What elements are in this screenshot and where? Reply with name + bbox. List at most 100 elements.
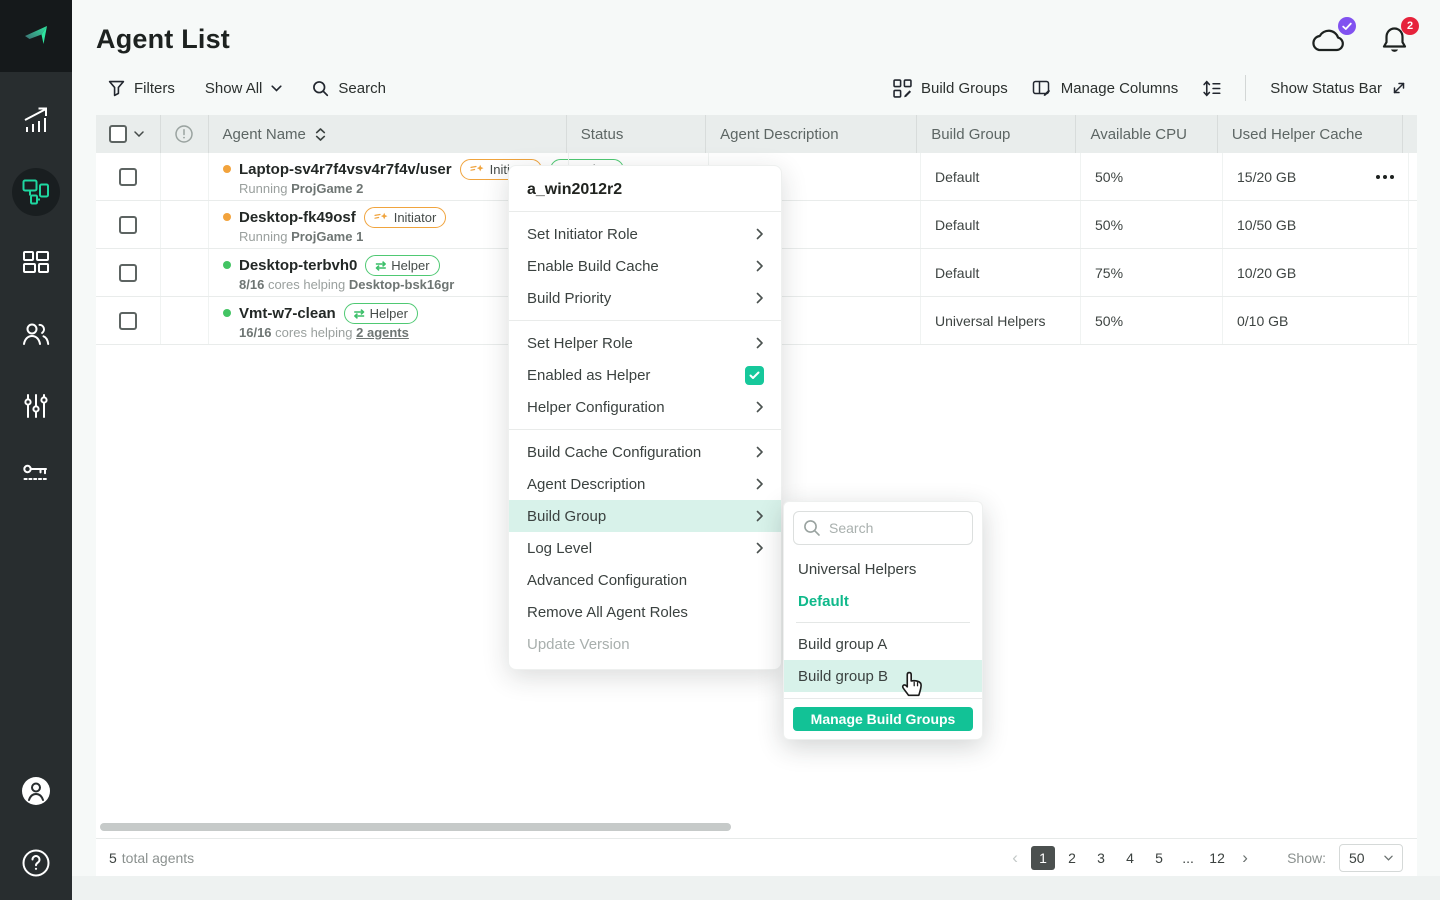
menu-item-build-group[interactable]: Build Group xyxy=(509,500,781,532)
sidebar-item-analytics[interactable] xyxy=(0,104,72,136)
used-helper-cache-header-label: Used Helper Cache xyxy=(1232,126,1363,143)
menu-item-agent-description[interactable]: Agent Description xyxy=(509,468,781,500)
menu-item-build-priority[interactable]: Build Priority xyxy=(509,282,781,314)
sort-chevrons-icon[interactable] xyxy=(315,128,326,141)
page-button-4[interactable]: 4 xyxy=(1118,846,1142,870)
row-checkbox[interactable] xyxy=(119,216,137,234)
show-status-bar-button[interactable]: Show Status Bar xyxy=(1270,80,1407,97)
used-helper-cache-cell: 10/50 GB xyxy=(1222,201,1408,248)
available-cpu-header-label: Available CPU xyxy=(1090,126,1186,143)
sidebar-item-agents[interactable] xyxy=(12,168,60,216)
checked-checkbox[interactable] xyxy=(745,366,764,385)
sidebar-item-settings[interactable] xyxy=(0,391,72,421)
agent-name: Desktop-fk49osf xyxy=(239,209,356,226)
helped-agents-link[interactable]: 2 agents xyxy=(356,325,409,340)
menu-item-set-helper-role[interactable]: Set Helper Role xyxy=(509,327,781,359)
build-groups-label: Build Groups xyxy=(921,80,1008,97)
agent-subtitle: cores helping xyxy=(268,277,345,292)
prev-page-button[interactable]: ‹ xyxy=(1004,846,1026,870)
column-header-available-cpu[interactable]: Available CPU xyxy=(1075,115,1216,153)
sidebar-item-licenses[interactable] xyxy=(0,462,72,486)
column-header-build-group[interactable]: Build Group xyxy=(916,115,1075,153)
submenu-option-default[interactable]: Default xyxy=(784,585,982,617)
menu-item-set-initiator-role[interactable]: Set Initiator Role xyxy=(509,218,781,250)
show-all-dropdown[interactable]: Show All xyxy=(205,80,283,97)
column-header-agent-name[interactable]: Agent Name xyxy=(208,115,566,153)
status-header-label: Status xyxy=(581,126,624,143)
row-checkbox[interactable] xyxy=(119,264,137,282)
submenu-option-universal-helpers[interactable]: Universal Helpers xyxy=(784,553,982,585)
next-page-button[interactable]: › xyxy=(1234,846,1256,870)
column-header-agent-description[interactable]: Agent Description xyxy=(705,115,916,153)
menu-item-log-level[interactable]: Log Level xyxy=(509,532,781,564)
tag-label: Helper xyxy=(370,306,408,321)
sidebar-item-builds[interactable] xyxy=(0,247,72,277)
sidebar xyxy=(0,0,72,900)
total-count: 5 xyxy=(109,850,117,866)
build-group-cell: Universal Helpers xyxy=(920,297,1080,344)
page-button-5[interactable]: 5 xyxy=(1147,846,1171,870)
manage-build-groups-button[interactable]: Manage Build Groups xyxy=(793,707,973,731)
toolbar-divider xyxy=(1245,75,1246,101)
swap-arrows-icon: ⇄ xyxy=(354,307,365,320)
menu-item-helper-configuration[interactable]: Helper Configuration xyxy=(509,391,781,423)
cpu-value: 75% xyxy=(1095,265,1123,281)
search-button[interactable]: Search xyxy=(312,80,386,97)
sort-rows-button[interactable] xyxy=(1202,80,1221,97)
status-dot xyxy=(223,261,231,269)
menu-item-label: Update Version xyxy=(527,636,630,653)
filters-button[interactable]: Filters xyxy=(108,80,175,97)
sidebar-item-help[interactable] xyxy=(0,847,72,879)
menu-item-remove-all-agent-roles[interactable]: Remove All Agent Roles xyxy=(509,596,781,628)
expand-icon xyxy=(1391,80,1407,96)
app-logo[interactable] xyxy=(0,0,72,72)
agent-subtitle-target: Desktop-bsk16gr xyxy=(349,277,454,292)
page-button-1[interactable]: 1 xyxy=(1031,846,1055,870)
header-gutter-cell xyxy=(1402,115,1417,153)
menu-item-enable-build-cache[interactable]: Enable Build Cache xyxy=(509,250,781,282)
menu-item-build-cache-configuration[interactable]: Build Cache Configuration xyxy=(509,436,781,468)
row-checkbox[interactable] xyxy=(119,312,137,330)
submenu-option-build-group-b[interactable]: Build group B xyxy=(784,660,982,692)
column-header-used-helper-cache[interactable]: Used Helper Cache xyxy=(1217,115,1402,153)
page-button-2[interactable]: 2 xyxy=(1060,846,1084,870)
agents-network-icon xyxy=(21,177,51,207)
license-key-icon xyxy=(21,462,51,486)
horizontal-scrollbar-thumb[interactable] xyxy=(100,823,731,831)
user-avatar-icon xyxy=(20,775,52,807)
helper-tag: ⇄ Helper xyxy=(344,303,418,324)
manage-columns-button[interactable]: Manage Columns xyxy=(1032,79,1179,97)
column-header-status[interactable]: Status xyxy=(566,115,705,153)
submenu-search-input[interactable] xyxy=(829,520,963,536)
menu-separator xyxy=(509,320,781,321)
submenu-option-build-group-a[interactable]: Build group A xyxy=(784,628,982,660)
context-menu-title: a_win2012r2 xyxy=(509,166,781,211)
build-groups-button[interactable]: Build Groups xyxy=(893,79,1008,98)
sidebar-item-profile[interactable] xyxy=(0,775,72,807)
sidebar-item-users[interactable] xyxy=(0,319,72,349)
total-agents: 5 total agents xyxy=(109,839,194,877)
menu-separator xyxy=(509,429,781,430)
notifications-button[interactable]: 2 xyxy=(1379,24,1410,56)
app-root: Agent List 2 xyxy=(0,0,1440,900)
page-size-select[interactable]: 50 xyxy=(1339,844,1403,872)
select-all-checkbox[interactable] xyxy=(109,125,127,143)
menu-item-label: Enabled as Helper xyxy=(527,367,650,384)
cloud-status-button[interactable] xyxy=(1309,24,1347,54)
submenu-footer: Manage Build Groups xyxy=(784,698,982,731)
page-button-12[interactable]: 12 xyxy=(1205,846,1229,870)
menu-item-enabled-as-helper[interactable]: Enabled as Helper xyxy=(509,359,781,391)
available-cpu-cell: 50% xyxy=(1080,201,1222,248)
build-group-value: Default xyxy=(935,265,979,281)
menu-item-advanced-configuration[interactable]: Advanced Configuration xyxy=(509,564,781,596)
incredibuild-logo-icon xyxy=(16,16,56,56)
agent-subtitle: Running xyxy=(239,181,287,196)
row-more-options-button[interactable] xyxy=(1376,153,1394,200)
row-checkbox[interactable] xyxy=(119,168,137,186)
topbar-icons: 2 xyxy=(1309,24,1410,56)
chevron-right-icon xyxy=(756,478,764,490)
page-button-3[interactable]: 3 xyxy=(1089,846,1113,870)
menu-item-label: Build Priority xyxy=(527,290,611,307)
select-dropdown-chevron-icon[interactable] xyxy=(134,131,144,137)
agent-subtitle-cores: 16/16 xyxy=(239,325,272,340)
